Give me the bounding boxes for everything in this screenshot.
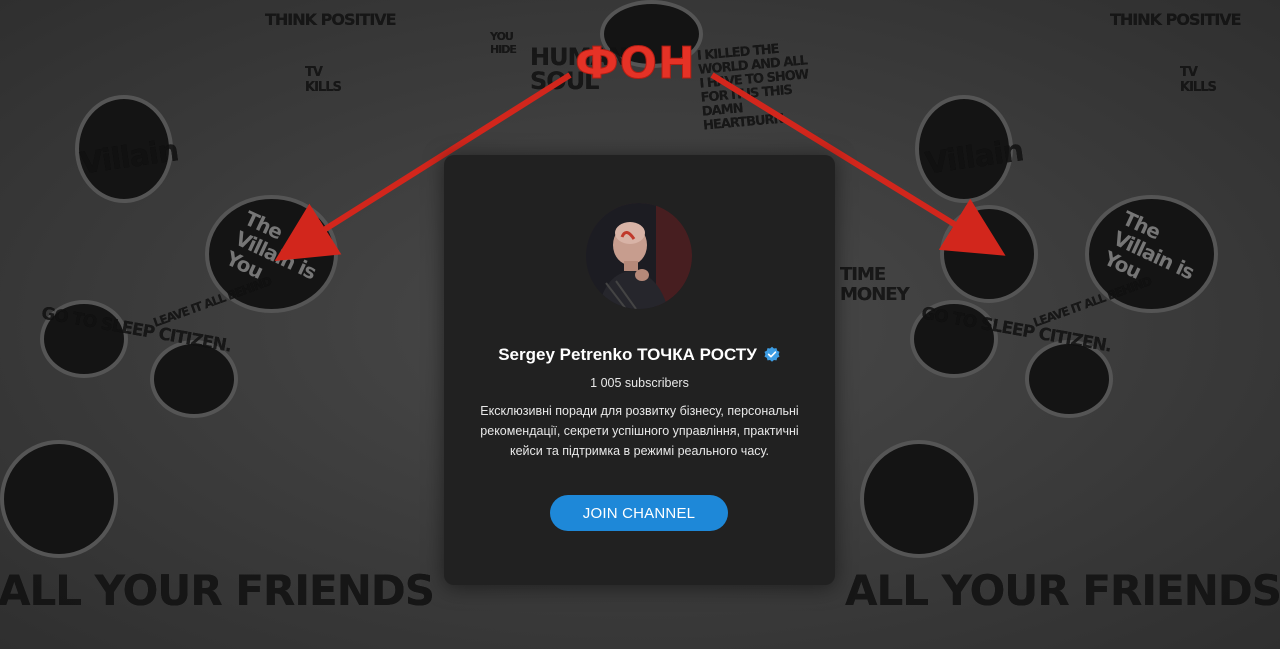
channel-title: Sergey Petrenko ТОЧКА РОСТУ [498, 345, 757, 364]
channel-avatar [586, 203, 692, 309]
doodle-text: ALL YOUR FRIENDS [0, 566, 435, 615]
doodle-text: THINK POSITIVE [1110, 10, 1242, 29]
doodle-circle [860, 440, 978, 558]
doodle-text: YOU HIDE [490, 30, 517, 56]
channel-description: Ексклюзивні поради для розвитку бізнесу,… [480, 404, 799, 458]
join-channel-button[interactable]: JOIN CHANNEL [550, 495, 728, 531]
doodle-text: TIME MONEY [840, 264, 910, 305]
avatar-portrait [586, 203, 692, 309]
doodle-circle [940, 205, 1038, 303]
channel-card: Sergey Petrenko ТОЧКА РОСТУ 1 005 subscr… [444, 155, 835, 585]
subscriber-count: 1 005 subscribers [590, 376, 689, 390]
doodle-circle [0, 440, 118, 558]
doodle-text: TV KILLS [305, 65, 342, 95]
doodle-text: I KILLED THE WORLD AND ALL I HAVE TO SHO… [696, 41, 809, 134]
doodle-text: ALL YOUR FRIENDS [845, 566, 1280, 615]
page-background: Villain Villain THINK POSITIVE THINK POS… [0, 0, 1280, 649]
channel-title-row: Sergey Petrenko ТОЧКА РОСТУ [444, 345, 835, 365]
verified-badge-icon [763, 346, 781, 364]
annotation-label: ФОН [575, 38, 696, 90]
doodle-text: TV KILLS [1180, 65, 1217, 95]
doodle-text: THINK POSITIVE [265, 10, 397, 29]
